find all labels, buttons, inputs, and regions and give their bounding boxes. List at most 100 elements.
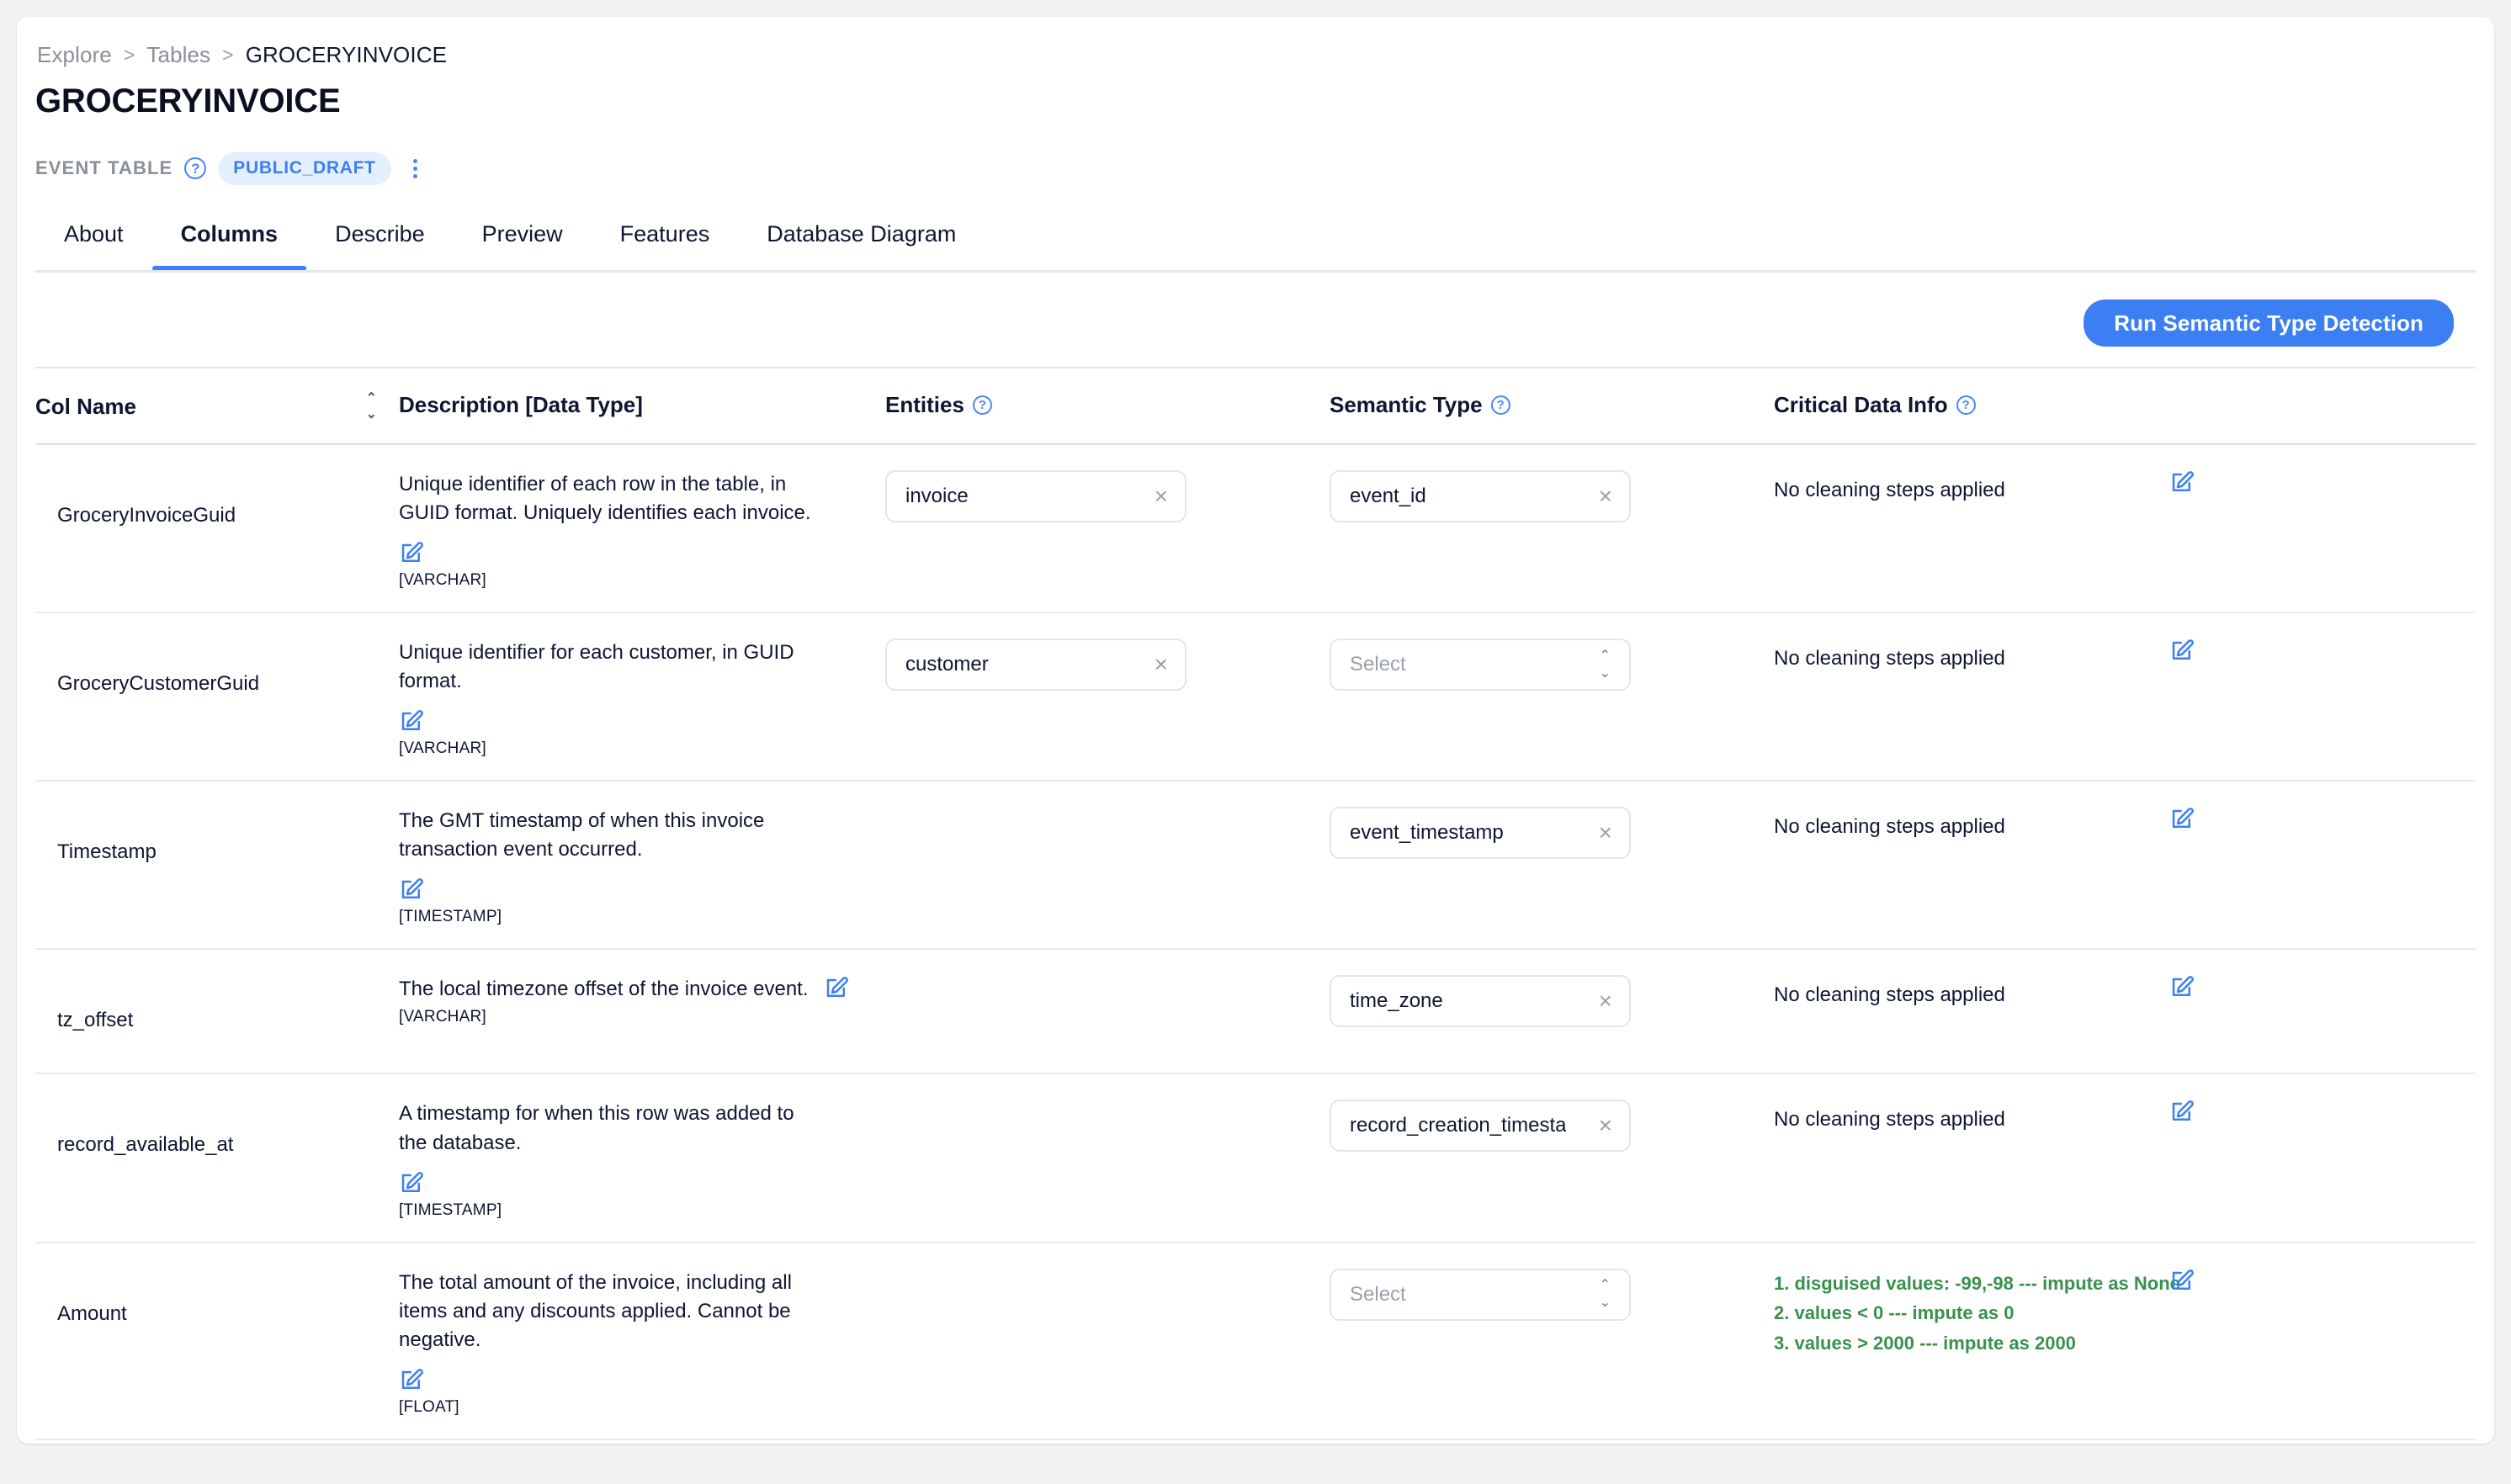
data-type-text: [TIMESTAMP] (399, 908, 502, 926)
description-text: The GMT timestamp of when this invoice t… (399, 809, 765, 861)
entity-pill[interactable]: customer × (885, 639, 1186, 692)
edit-description-icon[interactable] (399, 541, 424, 566)
cell-critical-data-info: No cleaning steps applied (1774, 445, 2476, 524)
more-options-icon[interactable] (405, 156, 427, 181)
cell-description: The local timezone offset of the invoice… (399, 950, 885, 1047)
tab-describe[interactable]: Describe (306, 215, 454, 271)
chevron-updown-icon: ⌃ ⌄ (1600, 649, 1611, 681)
cell-description: A timestamp for when this row was added … (399, 1074, 885, 1241)
critical-data-info-text: No cleaning steps applied (1774, 815, 2005, 839)
entity-pill[interactable]: invoice × (885, 470, 1186, 522)
chevron-up-icon: ⌃ (1599, 648, 1611, 663)
critical-data-rule: 2. values < 0 --- impute as 0 (1774, 1302, 2015, 1324)
edit-critical-data-info-icon[interactable] (2169, 975, 2195, 1000)
tab-features[interactable]: Features (592, 215, 739, 271)
sort-down-icon: ⌄ (365, 407, 377, 421)
description-text: The local timezone offset of the invoice… (399, 978, 809, 1001)
cell-col-name: GroceryCustomerGuid (35, 613, 399, 718)
close-icon[interactable]: × (1155, 485, 1168, 508)
table-row: GroceryInvoiceGuid Unique identifier of e… (35, 445, 2476, 614)
cell-description: Unique identifier for each customer, in … (399, 613, 885, 780)
cell-semantic-type: event_id × (1330, 445, 1774, 544)
edit-critical-data-info-icon[interactable] (2169, 1100, 2195, 1125)
close-icon[interactable]: × (1599, 821, 1612, 845)
semantic-type-select[interactable]: Select ⌃ ⌄ (1330, 639, 1631, 692)
semantic-type-pill[interactable]: event_timestamp × (1330, 807, 1631, 860)
critical-data-info-text: No cleaning steps applied (1774, 479, 2005, 501)
cell-critical-data-info: No cleaning steps applied (1774, 1074, 2476, 1153)
table-header-row: Col Name ⌃ ⌄ Description [Data Type] Ent… (35, 368, 2476, 445)
data-type-text: [VARCHAR] (399, 1007, 486, 1026)
semantic-type-pill[interactable]: record_creation_timesta × (1330, 1100, 1631, 1153)
chevron-updown-icon: ⌃ ⌄ (1600, 1279, 1611, 1310)
tab-about[interactable]: About (35, 215, 152, 271)
edit-description-icon[interactable] (399, 709, 424, 734)
column-header-semantic-type: Semantic Type ? (1330, 368, 1774, 440)
semantic-type-pill-label: record_creation_timesta (1350, 1114, 1567, 1137)
breadcrumb-item-tables[interactable]: Tables (146, 42, 210, 68)
description-text: The total amount of the invoice, includi… (399, 1270, 792, 1351)
cell-semantic-type: Select ⌃ ⌄ (1330, 1243, 1774, 1343)
cell-critical-data-info: No cleaning steps applied (1774, 950, 2476, 1029)
help-icon[interactable]: ? (1956, 395, 1976, 415)
column-header-critical-data-info-label: Critical Data Info (1774, 392, 1948, 417)
table-detail-page: Explore > Tables > GROCERYINVOICE GROCER… (17, 17, 2494, 1444)
help-icon[interactable]: ? (1490, 395, 1510, 415)
cell-entities (885, 1243, 1330, 1291)
tab-columns[interactable]: Columns (151, 215, 307, 271)
breadcrumb-item-current[interactable]: GROCERYINVOICE (246, 42, 447, 68)
close-icon[interactable]: × (1155, 653, 1168, 676)
breadcrumb-separator-icon: > (123, 44, 135, 66)
cell-entities: invoice × (885, 445, 1330, 544)
entity-type-label: EVENT TABLE (35, 157, 173, 178)
tab-preview[interactable]: Preview (454, 215, 592, 271)
edit-critical-data-info-icon[interactable] (2169, 639, 2195, 664)
close-icon[interactable]: × (1599, 1114, 1612, 1137)
column-header-entities: Entities ? (885, 368, 1330, 440)
semantic-type-select-placeholder: Select (1350, 1282, 1406, 1306)
edit-description-icon[interactable] (824, 976, 849, 1001)
edit-critical-data-info-icon[interactable] (2169, 807, 2195, 832)
cell-col-name: Amount (35, 1243, 399, 1348)
sort-toggle-icon[interactable]: ⌃ ⌄ (366, 392, 377, 421)
breadcrumb-item-explore[interactable]: Explore (37, 42, 112, 68)
edit-critical-data-info-icon[interactable] (2169, 1269, 2195, 1294)
critical-data-info-text: No cleaning steps applied (1774, 983, 2005, 1007)
cell-col-name: GroceryInvoiceGuid (35, 445, 399, 549)
column-name-text: record_available_at (57, 1133, 234, 1157)
semantic-type-select-placeholder: Select (1350, 653, 1406, 676)
run-semantic-type-detection-button[interactable]: Run Semantic Type Detection (2084, 299, 2454, 347)
help-icon[interactable]: ? (184, 157, 207, 179)
description-text: A timestamp for when this row was added … (399, 1102, 794, 1154)
column-name-text: Amount (57, 1301, 127, 1325)
cell-critical-data-info: 1. disguised values: -99,-98 --- impute … (1774, 1243, 2476, 1381)
semantic-type-pill[interactable]: event_id × (1330, 470, 1631, 522)
close-icon[interactable]: × (1599, 989, 1612, 1013)
cell-semantic-type: event_timestamp × (1330, 782, 1774, 881)
tab-bar: About Columns Describe Preview Features … (35, 215, 2476, 272)
status-badge: PUBLIC_DRAFT (218, 151, 391, 185)
column-header-semantic-type-label: Semantic Type (1330, 392, 1483, 417)
edit-description-icon[interactable] (399, 1368, 424, 1393)
edit-critical-data-info-icon[interactable] (2169, 470, 2195, 496)
close-icon[interactable]: × (1599, 485, 1612, 508)
column-header-col-name[interactable]: Col Name ⌃ ⌄ (35, 368, 399, 443)
help-icon[interactable]: ? (972, 395, 992, 415)
cell-entities: customer × (885, 613, 1330, 713)
data-type-text: [VARCHAR] (399, 739, 486, 758)
edit-description-icon[interactable] (399, 877, 424, 903)
semantic-type-pill[interactable]: time_zone × (1330, 975, 1631, 1028)
data-type-text: [TIMESTAMP] (399, 1200, 502, 1219)
breadcrumb: Explore > Tables > GROCERYINVOICE (37, 42, 447, 68)
critical-data-info-text: No cleaning steps applied (1774, 647, 2005, 670)
chevron-down-icon: ⌄ (1599, 1296, 1611, 1311)
semantic-type-pill-label: event_timestamp (1350, 821, 1504, 845)
semantic-type-select[interactable]: Select ⌃ ⌄ (1330, 1268, 1631, 1321)
cell-entities (885, 1074, 1330, 1121)
column-header-critical-data-info: Critical Data Info ? (1774, 368, 2476, 440)
edit-description-icon[interactable] (399, 1171, 424, 1196)
column-name-text: GroceryCustomerGuid (57, 672, 260, 696)
cell-semantic-type: record_creation_timesta × (1330, 1074, 1774, 1174)
column-name-text: GroceryInvoiceGuid (57, 504, 236, 527)
tab-database-diagram[interactable]: Database Diagram (738, 215, 985, 271)
